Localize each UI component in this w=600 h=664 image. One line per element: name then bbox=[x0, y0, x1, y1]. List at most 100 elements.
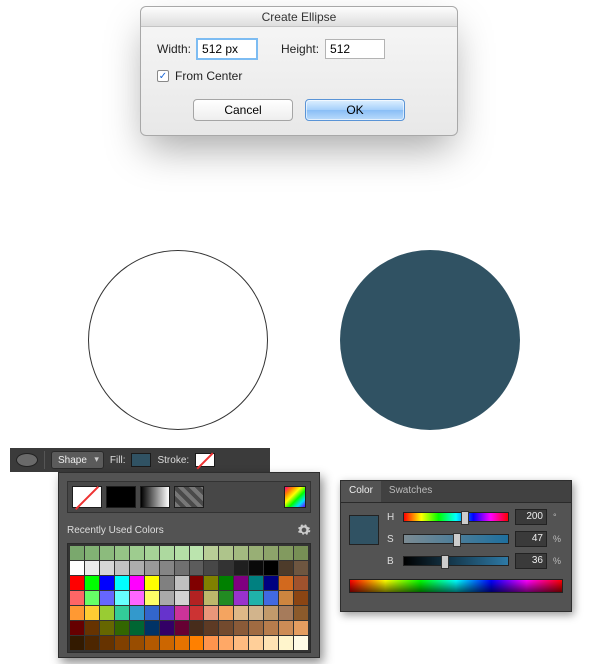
swatch-cell[interactable] bbox=[190, 546, 204, 560]
hue-value[interactable]: 200 bbox=[515, 509, 547, 525]
swatch-cell[interactable] bbox=[145, 621, 159, 635]
swatch-cell[interactable] bbox=[234, 561, 248, 575]
swatch-cell[interactable] bbox=[279, 606, 293, 620]
swatch-cell[interactable] bbox=[234, 621, 248, 635]
swatch-cell[interactable] bbox=[145, 591, 159, 605]
swatch-cell[interactable] bbox=[264, 546, 278, 560]
swatch-cell[interactable] bbox=[175, 591, 189, 605]
swatch-cell[interactable] bbox=[130, 621, 144, 635]
swatch-cell[interactable] bbox=[115, 546, 129, 560]
fill-mode-solid-icon[interactable] bbox=[106, 486, 136, 508]
width-input[interactable] bbox=[197, 39, 257, 59]
swatch-cell[interactable] bbox=[160, 591, 174, 605]
swatch-cell[interactable] bbox=[219, 591, 233, 605]
swatch-cell[interactable] bbox=[264, 606, 278, 620]
swatch-cell[interactable] bbox=[85, 636, 99, 650]
swatch-cell[interactable] bbox=[85, 621, 99, 635]
swatch-cell[interactable] bbox=[70, 561, 84, 575]
swatch-cell[interactable] bbox=[115, 591, 129, 605]
swatch-cell[interactable] bbox=[100, 636, 114, 650]
swatch-cell[interactable] bbox=[115, 606, 129, 620]
current-color-swatch[interactable] bbox=[349, 515, 379, 545]
swatch-cell[interactable] bbox=[264, 621, 278, 635]
swatch-cell[interactable] bbox=[175, 576, 189, 590]
tab-swatches[interactable]: Swatches bbox=[381, 481, 440, 502]
swatch-cell[interactable] bbox=[145, 561, 159, 575]
swatch-cell[interactable] bbox=[175, 606, 189, 620]
swatch-cell[interactable] bbox=[204, 606, 218, 620]
swatch-cell[interactable] bbox=[85, 546, 99, 560]
swatch-cell[interactable] bbox=[279, 546, 293, 560]
sat-slider[interactable] bbox=[403, 534, 509, 544]
swatch-cell[interactable] bbox=[130, 591, 144, 605]
sat-value[interactable]: 47 bbox=[515, 531, 547, 547]
hue-slider[interactable] bbox=[403, 512, 509, 522]
swatch-cell[interactable] bbox=[100, 591, 114, 605]
swatch-cell[interactable] bbox=[175, 621, 189, 635]
swatch-cell[interactable] bbox=[145, 576, 159, 590]
swatch-cell[interactable] bbox=[190, 621, 204, 635]
fill-mode-pattern-icon[interactable] bbox=[174, 486, 204, 508]
swatch-cell[interactable] bbox=[294, 636, 308, 650]
gear-icon[interactable] bbox=[297, 523, 311, 537]
swatch-cell[interactable] bbox=[130, 606, 144, 620]
swatch-cell[interactable] bbox=[294, 591, 308, 605]
swatch-cell[interactable] bbox=[145, 636, 159, 650]
swatch-cell[interactable] bbox=[219, 546, 233, 560]
swatch-cell[interactable] bbox=[294, 606, 308, 620]
swatch-cell[interactable] bbox=[234, 576, 248, 590]
ellipse-tool-icon[interactable] bbox=[16, 453, 38, 467]
swatch-cell[interactable] bbox=[234, 591, 248, 605]
color-swatch-grid[interactable] bbox=[67, 543, 311, 653]
swatch-cell[interactable] bbox=[204, 561, 218, 575]
swatch-cell[interactable] bbox=[130, 636, 144, 650]
swatch-cell[interactable] bbox=[115, 636, 129, 650]
stroke-swatch[interactable] bbox=[195, 453, 215, 467]
shape-mode-select[interactable]: Shape bbox=[51, 451, 104, 469]
ok-button[interactable]: OK bbox=[305, 99, 405, 121]
swatch-cell[interactable] bbox=[294, 576, 308, 590]
swatch-cell[interactable] bbox=[219, 561, 233, 575]
swatch-cell[interactable] bbox=[249, 561, 263, 575]
color-picker-icon[interactable] bbox=[284, 486, 306, 508]
swatch-cell[interactable] bbox=[160, 636, 174, 650]
swatch-cell[interactable] bbox=[249, 621, 263, 635]
swatch-cell[interactable] bbox=[294, 621, 308, 635]
fill-swatch[interactable] bbox=[131, 453, 151, 467]
swatch-cell[interactable] bbox=[264, 591, 278, 605]
swatch-cell[interactable] bbox=[279, 636, 293, 650]
swatch-cell[interactable] bbox=[190, 561, 204, 575]
swatch-cell[interactable] bbox=[249, 636, 263, 650]
bri-slider[interactable] bbox=[403, 556, 509, 566]
swatch-cell[interactable] bbox=[130, 576, 144, 590]
swatch-cell[interactable] bbox=[100, 561, 114, 575]
swatch-cell[interactable] bbox=[264, 576, 278, 590]
swatch-cell[interactable] bbox=[175, 561, 189, 575]
swatch-cell[interactable] bbox=[294, 546, 308, 560]
swatch-cell[interactable] bbox=[204, 546, 218, 560]
swatch-cell[interactable] bbox=[70, 606, 84, 620]
swatch-cell[interactable] bbox=[115, 561, 129, 575]
swatch-cell[interactable] bbox=[160, 546, 174, 560]
swatch-cell[interactable] bbox=[70, 591, 84, 605]
swatch-cell[interactable] bbox=[115, 621, 129, 635]
swatch-cell[interactable] bbox=[70, 636, 84, 650]
swatch-cell[interactable] bbox=[100, 546, 114, 560]
swatch-cell[interactable] bbox=[160, 576, 174, 590]
cancel-button[interactable]: Cancel bbox=[193, 99, 293, 121]
swatch-cell[interactable] bbox=[85, 561, 99, 575]
swatch-cell[interactable] bbox=[85, 591, 99, 605]
swatch-cell[interactable] bbox=[160, 606, 174, 620]
swatch-cell[interactable] bbox=[279, 561, 293, 575]
swatch-cell[interactable] bbox=[190, 591, 204, 605]
swatch-cell[interactable] bbox=[249, 546, 263, 560]
swatch-cell[interactable] bbox=[204, 591, 218, 605]
swatch-cell[interactable] bbox=[70, 576, 84, 590]
bri-value[interactable]: 36 bbox=[515, 553, 547, 569]
swatch-cell[interactable] bbox=[100, 606, 114, 620]
swatch-cell[interactable] bbox=[85, 606, 99, 620]
swatch-cell[interactable] bbox=[249, 591, 263, 605]
swatch-cell[interactable] bbox=[115, 576, 129, 590]
tab-color[interactable]: Color bbox=[341, 481, 381, 502]
swatch-cell[interactable] bbox=[279, 621, 293, 635]
